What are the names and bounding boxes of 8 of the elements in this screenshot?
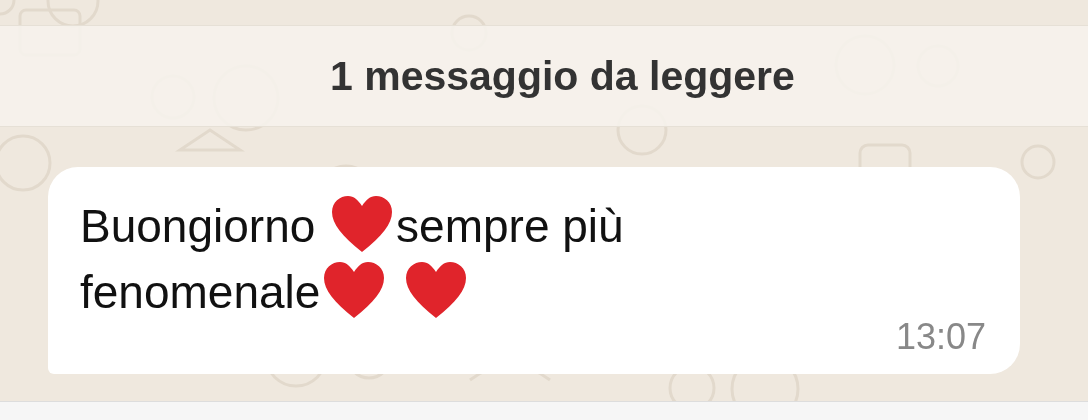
heart-icon — [322, 260, 387, 320]
message-text: sempre più — [396, 200, 624, 252]
heart-icon — [330, 194, 395, 254]
unread-count-label: 1 messaggio da leggere — [330, 52, 795, 100]
message-time: 13:07 — [895, 316, 986, 358]
heart-icon — [404, 260, 469, 320]
message-text: Buongiorno — [80, 200, 317, 252]
message-text: fenomenale — [80, 266, 321, 318]
